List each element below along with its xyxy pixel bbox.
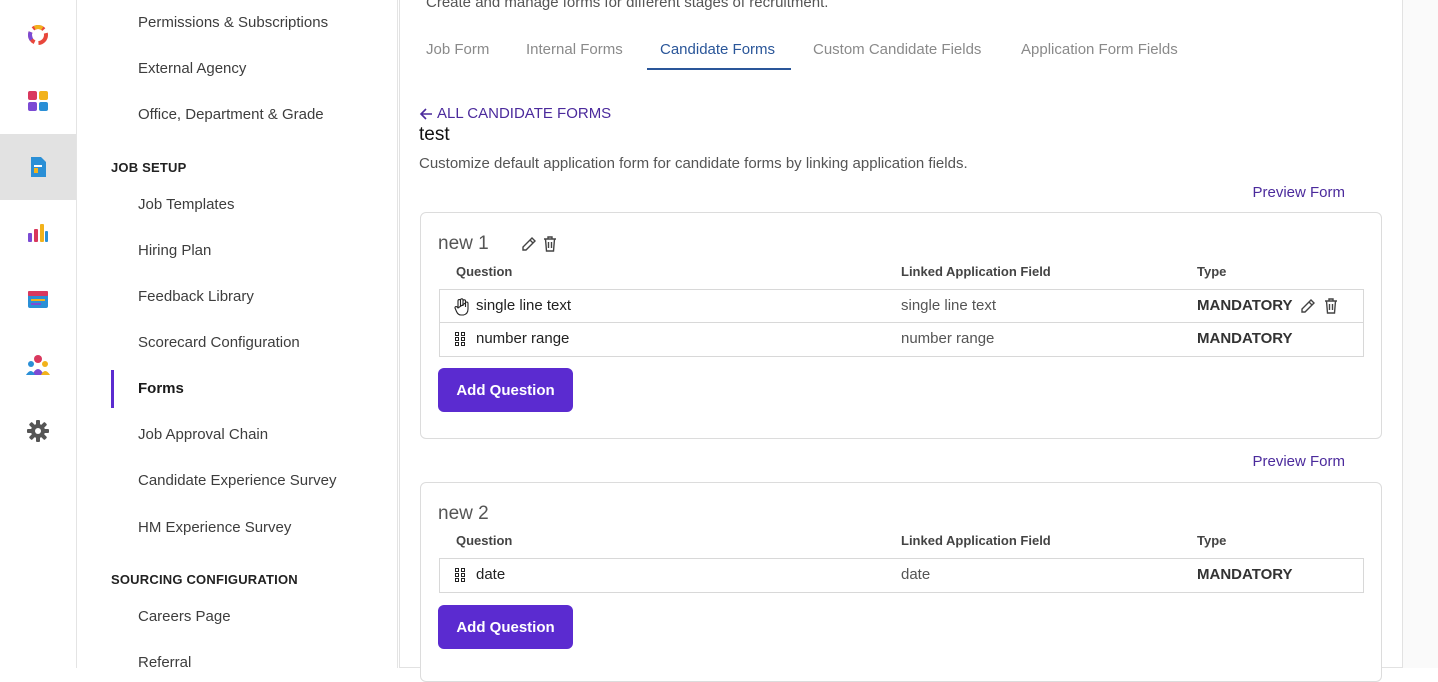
tab-job-form[interactable]: Job Form <box>426 41 489 58</box>
column-header-type: Type <box>1197 264 1227 279</box>
sidebar-item-job-templates[interactable]: Job Templates <box>138 196 234 213</box>
page-subtitle: Create and manage forms for different st… <box>426 0 829 11</box>
questions-table: date date MANDATORY <box>439 558 1364 593</box>
add-question-button[interactable]: Add Question <box>438 368 573 412</box>
tab-custom-candidate-fields[interactable]: Custom Candidate Fields <box>813 41 981 58</box>
section-actions <box>520 235 558 253</box>
column-header-linked: Linked Application Field <box>901 264 1051 279</box>
logo-icon <box>27 24 49 46</box>
preview-form-link[interactable]: Preview Form <box>1252 453 1345 470</box>
sidebar-item-referral[interactable]: Referral <box>138 654 191 671</box>
drag-handle-icon[interactable] <box>454 331 466 347</box>
question-type: MANDATORY <box>1197 566 1293 583</box>
linked-field-text: number range <box>901 330 995 347</box>
analytics-icon <box>27 223 49 243</box>
active-indicator <box>111 370 114 408</box>
column-header-question: Question <box>456 264 513 279</box>
rail-item-documents[interactable] <box>0 134 76 200</box>
sidebar-item-permissions[interactable]: Permissions & Subscriptions <box>138 14 328 31</box>
section-title: new 1 <box>438 233 489 254</box>
people-icon <box>26 354 50 376</box>
tab-application-form-fields[interactable]: Application Form Fields <box>1021 41 1178 58</box>
sidebar-item-office-department[interactable]: Office, Department & Grade <box>138 106 324 123</box>
add-question-button[interactable]: Add Question <box>438 605 573 649</box>
question-type: MANDATORY <box>1197 297 1293 314</box>
linked-field-text: date <box>901 566 931 583</box>
tab-candidate-forms[interactable]: Candidate Forms <box>660 41 775 58</box>
icon-rail <box>0 0 77 668</box>
rail-item-home[interactable] <box>0 2 76 68</box>
question-type: MANDATORY <box>1197 330 1293 347</box>
rail-item-people[interactable] <box>0 332 76 398</box>
edit-icon[interactable] <box>520 235 538 253</box>
sidebar-item-feedback-library[interactable]: Feedback Library <box>138 288 254 305</box>
settings-icon <box>27 420 49 442</box>
back-to-candidate-forms-link[interactable]: ALL CANDIDATE FORMS <box>419 105 611 122</box>
column-header-linked: Linked Application Field <box>901 533 1051 548</box>
question-text: single line text <box>476 297 572 314</box>
active-tab-underline <box>647 68 791 70</box>
sidebar-item-forms[interactable]: Forms <box>138 380 184 397</box>
form-description: Customize default application form for c… <box>419 155 968 172</box>
rail-item-analytics[interactable] <box>0 200 76 266</box>
form-section-card: new 1 Question Linked Application Field … <box>420 212 1382 439</box>
edit-icon[interactable] <box>1299 297 1317 315</box>
sidebar-item-scorecard[interactable]: Scorecard Configuration <box>138 334 300 351</box>
rail-item-settings[interactable] <box>0 398 76 464</box>
sidebar-item-hiring-plan[interactable]: Hiring Plan <box>138 242 211 259</box>
section-heading-sourcing: SOURCING CONFIGURATION <box>111 572 298 587</box>
trash-icon[interactable] <box>1323 297 1339 315</box>
section-title: new 2 <box>438 503 489 524</box>
sidebar-item-hm-survey[interactable]: HM Experience Survey <box>138 519 291 536</box>
dashboard-icon <box>27 90 49 112</box>
arrow-left-icon <box>419 107 433 121</box>
rail-item-calendar[interactable] <box>0 266 76 332</box>
table-row[interactable]: date date MANDATORY <box>440 559 1363 592</box>
document-icon <box>29 156 47 178</box>
row-actions <box>1299 297 1339 315</box>
question-text: number range <box>476 330 570 347</box>
sidebar-item-candidate-survey[interactable]: Candidate Experience Survey <box>138 472 336 489</box>
sidebar-item-careers-page[interactable]: Careers Page <box>138 608 231 625</box>
trash-icon[interactable] <box>542 235 558 253</box>
settings-sidebar: Permissions & Subscriptions External Age… <box>77 0 398 671</box>
linked-field-text: single line text <box>901 297 997 314</box>
forms-panel: Create and manage forms for different st… <box>399 0 1403 682</box>
drag-handle-icon[interactable] <box>454 567 466 583</box>
sidebar-item-external-agency[interactable]: External Agency <box>138 60 246 77</box>
section-heading-job-setup: JOB SETUP <box>111 160 187 175</box>
tab-internal-forms[interactable]: Internal Forms <box>526 41 623 58</box>
back-link-label: ALL CANDIDATE FORMS <box>437 105 612 122</box>
question-text: date <box>476 566 506 583</box>
questions-table: single line text single line text MANDAT… <box>439 289 1364 357</box>
form-title: test <box>419 124 450 145</box>
sidebar-item-job-approval[interactable]: Job Approval Chain <box>138 426 268 443</box>
preview-form-link[interactable]: Preview Form <box>1252 184 1345 201</box>
form-section-card: new 2 Question Linked Application Field … <box>420 482 1382 682</box>
main-content: Create and manage forms for different st… <box>399 0 1438 682</box>
table-row[interactable]: number range number range MANDATORY <box>440 323 1363 356</box>
column-header-type: Type <box>1197 533 1227 548</box>
grab-hand-icon[interactable] <box>454 298 469 316</box>
table-row[interactable]: single line text single line text MANDAT… <box>440 290 1363 323</box>
rail-item-dashboard[interactable] <box>0 68 76 134</box>
calendar-icon <box>27 289 49 309</box>
column-header-question: Question <box>456 533 513 548</box>
